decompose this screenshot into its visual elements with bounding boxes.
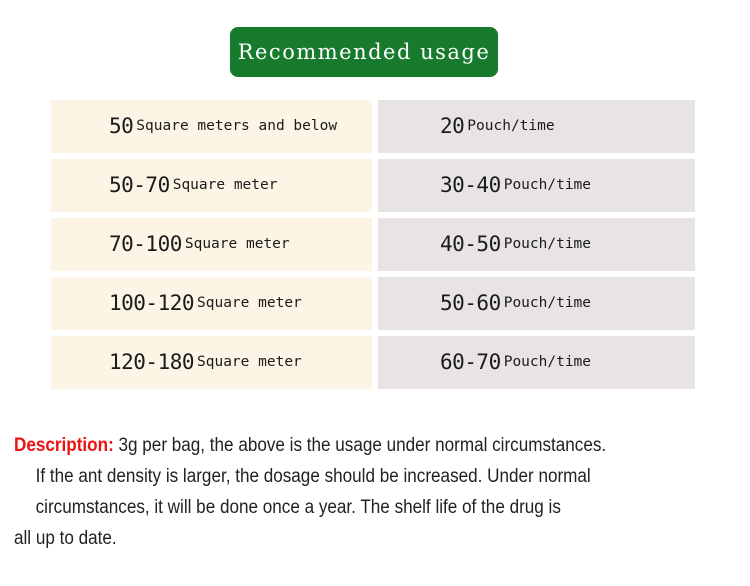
table-row: 70-100 Square meter 40-50 Pouch/time xyxy=(51,218,695,271)
description-text-1: 3g per bag, the above is the usage under… xyxy=(118,435,607,456)
area-unit: Square meters and below xyxy=(136,118,338,135)
description-line-1: Description: 3g per bag, the above is th… xyxy=(14,430,671,461)
table-row: 120-180 Square meter 60-70 Pouch/time xyxy=(51,336,695,389)
table-cell-dose: 60-70 Pouch/time xyxy=(378,336,695,389)
dose-value: 40-50 xyxy=(440,232,501,256)
dose-unit: Pouch/time xyxy=(467,118,555,135)
table-cell-area: 120-180 Square meter xyxy=(51,336,372,389)
description-block: Description: 3g per bag, the above is th… xyxy=(14,430,744,554)
dose-unit: Pouch/time xyxy=(503,295,592,312)
description-text-4: all up to date. xyxy=(14,528,117,549)
area-value: 50 xyxy=(109,114,134,138)
description-label: Description: xyxy=(14,435,114,456)
area-value: 50-70 xyxy=(109,173,170,197)
area-value: 70-100 xyxy=(109,232,182,256)
area-unit: Square meter xyxy=(172,177,278,194)
table-cell-area: 50 Square meters and below xyxy=(51,100,372,153)
table-cell-area: 70-100 Square meter xyxy=(51,218,372,271)
dose-unit: Pouch/time xyxy=(503,236,592,253)
description-line-2: If the ant density is larger, the dosage… xyxy=(14,461,671,492)
area-value: 100-120 xyxy=(109,291,195,315)
dose-value: 20 xyxy=(440,114,465,138)
dose-unit: Pouch/time xyxy=(503,177,592,194)
area-value: 120-180 xyxy=(109,350,195,374)
usage-table: 50 Square meters and below 20 Pouch/time… xyxy=(51,100,695,389)
table-row: 50 Square meters and below 20 Pouch/time xyxy=(51,100,695,153)
area-unit: Square meter xyxy=(197,354,302,371)
area-unit: Square meter xyxy=(184,236,290,253)
table-cell-dose: 20 Pouch/time xyxy=(378,100,695,153)
table-row: 50-70 Square meter 30-40 Pouch/time xyxy=(51,159,695,212)
dose-value: 30-40 xyxy=(440,173,501,197)
table-cell-dose: 40-50 Pouch/time xyxy=(378,218,695,271)
table-cell-dose: 30-40 Pouch/time xyxy=(378,159,695,212)
area-unit: Square meter xyxy=(197,295,302,312)
table-cell-dose: 50-60 Pouch/time xyxy=(378,277,695,330)
banner-container: Recommended usage xyxy=(0,27,750,77)
table-cell-area: 100-120 Square meter xyxy=(51,277,372,330)
dose-value: 50-60 xyxy=(440,291,501,315)
dose-value: 60-70 xyxy=(440,350,501,374)
description-line-3: circumstances, it will be done once a ye… xyxy=(14,492,671,523)
table-cell-area: 50-70 Square meter xyxy=(51,159,372,212)
description-text-3: circumstances, it will be done once a ye… xyxy=(35,497,561,518)
recommended-usage-banner: Recommended usage xyxy=(230,27,498,77)
table-row: 100-120 Square meter 50-60 Pouch/time xyxy=(51,277,695,330)
description-line-4: all up to date. xyxy=(14,523,671,554)
dose-unit: Pouch/time xyxy=(503,354,592,371)
banner-title: Recommended usage xyxy=(237,39,491,64)
description-text-2: If the ant density is larger, the dosage… xyxy=(35,466,591,487)
